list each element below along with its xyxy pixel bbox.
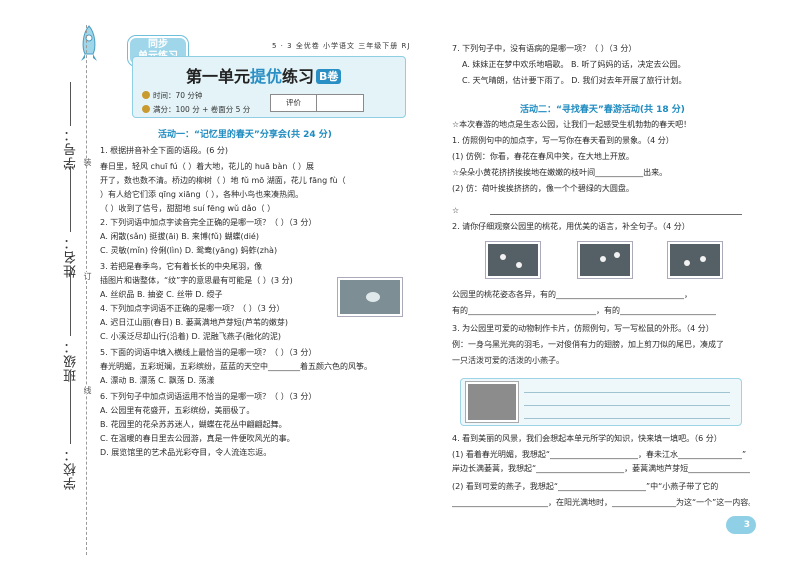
question-line: A. 闲散(sǎn) 挺拔(āi) B. 来博(fǔ) 蝴蝶(dié) xyxy=(100,232,259,241)
binding-dashed-line xyxy=(86,25,87,555)
question-line: 有的________________________________，有的___… xyxy=(452,306,716,315)
question-line: 开了，数也数不清。桥边的柳树（ ）地 fǔ mō 湖面，花儿 fāng fù（ xyxy=(100,176,346,185)
class-field[interactable] xyxy=(70,266,71,336)
school-label: 学校： xyxy=(64,448,79,490)
question-line: C. 在温暖的春日里去公园游，真是一件便吹风光的事。 xyxy=(100,434,295,443)
question-line: 4. 看到美丽的风景，我们会想起本单元所学的知识，快来填一填吧。（6 分） xyxy=(452,434,722,443)
question-line: A. 妹妹正在梦中欢乐地唱歌。 B. 听了妈妈的话，决定去公园。 xyxy=(462,60,686,69)
question-line: 5. 下面的词语中填入横线上最恰当的是哪一项？（ ）（3 分） xyxy=(100,348,317,357)
question-line: D. 展览馆里的艺术品光彩夺目，令人流连忘返。 xyxy=(100,448,272,457)
question-line: 3. 若把是春季鸟，它有着长长的中央尾羽，像 xyxy=(100,262,263,271)
question-line: 1. 根据拼音补全下面的语段。(6 分) xyxy=(100,146,229,155)
time-info: 时间：70 分钟 xyxy=(142,90,202,101)
title-prefix: 第一单元 xyxy=(186,67,251,86)
question-line: 一只活泼可爱的活泼的小燕子。 xyxy=(452,356,564,365)
question-line: ☆本次春游的地点是生态公园，让我们一起感受生机勃勃的春天吧！ xyxy=(452,120,692,129)
question-line: 例：一身乌黑光亮的羽毛，一对俊俏有力的翅膀，加上剪刀似的尾巴，凑成了 xyxy=(452,340,724,349)
binding-strip: 学号： 姓名： 班级： 学校： 装 订 线 xyxy=(0,0,108,566)
card-line[interactable] xyxy=(524,405,730,406)
question-line: A. 漂动 B. 漂荡 C. 飘荡 D. 荡漾 xyxy=(100,376,215,385)
question-line: C. 天气晴朗，估计要下雨了。 D. 我们对去年开展了旅行计划。 xyxy=(462,76,687,85)
activity-two-heading: 活动二：“寻找春天”春游活动(共 18 分) xyxy=(520,105,685,115)
time-text: 时间：70 分钟 xyxy=(153,91,203,100)
banner-line: 同步 xyxy=(148,39,168,50)
score-text: 满分：100 分 + 卷面分 5 分 xyxy=(153,105,251,114)
page-title: 第一单元提优练习 B卷 xyxy=(186,63,342,87)
question-line: 春日里，轻风 chuī fú（ ）着大地，花儿的 huā bàn（ ）展 xyxy=(100,162,314,171)
evaluation-field[interactable] xyxy=(317,95,363,111)
card-line[interactable] xyxy=(524,392,730,393)
worksheet-page: 学号： 姓名： 班级： 学校： 装 订 线 同步 单元练习 5 · 3 全优卷 … xyxy=(0,0,800,566)
binding-mark: 装 xyxy=(82,158,93,166)
question-line: 2. 下列词语中加点字读音完全正确的是哪一项？（ ）（3 分） xyxy=(100,218,317,227)
evaluation-label: 评价 xyxy=(271,95,317,111)
question-line: 岸边长满蒌蒿，我想起“______________________，蒌蒿满地芦芽… xyxy=(452,464,750,473)
score-icon xyxy=(142,105,150,113)
question-line: 6. 下列句子中加点词语运用不恰当的是哪一项？（ ）（3 分） xyxy=(100,392,317,401)
version-badge: B卷 xyxy=(316,69,342,84)
question-line: ________________________，在阳光满地时，________… xyxy=(452,498,750,507)
question-line: C. 小溪泛尽却山行(沿着) D. 泥融飞燕子(融化的泥) xyxy=(100,332,281,341)
question-line: B. 花园里的花朵苏苏迷人，蝴蝶在花丛中翩翩起舞。 xyxy=(100,420,287,429)
student-id-label: 学号： xyxy=(64,128,79,170)
name-field[interactable] xyxy=(70,166,71,232)
question-line: ☆朵朵小黄花挤挤挨挨地在嫩嫩的枝叶间____________出来。 xyxy=(452,168,668,177)
question-line: 插图片和谐整体，“纹”字的意思最有可能是（ ）(3 分) xyxy=(100,276,293,285)
question-line: (1) 看着春光明媚，我想起“______________________，春未… xyxy=(452,450,747,459)
school-field[interactable] xyxy=(70,370,71,444)
binding-mark: 线 xyxy=(82,386,93,394)
binding-mark: 订 xyxy=(82,272,93,280)
question-line: (1) 仿例：你看，春花在春风中笑，在大地上开放。 xyxy=(452,152,634,161)
question-line: 7. 下列句子中，没有语病的是哪一项？（ ）（3 分） xyxy=(452,44,637,53)
book-meta: 5 · 3 全优卷 小学语文 三年级下册 RJ xyxy=(272,42,411,50)
card-line[interactable] xyxy=(524,418,730,419)
question-line: A. 公园里有花盛开，五彩缤纷，美丽极了。 xyxy=(100,406,255,415)
question-line: (2) 仿：荷叶挨挨挤挤的，像一个个碧绿的大圆盘。 xyxy=(452,184,634,193)
squirrel-image xyxy=(466,382,518,422)
question-line: ☆ xyxy=(452,206,460,215)
question-line: 3. 为公园里可爱的动物制作卡片，仿照例句，写一写松鼠的外形。（4 分） xyxy=(452,324,714,333)
answer-line[interactable] xyxy=(490,214,742,215)
page-number: 3 xyxy=(726,516,756,534)
question-line: 公园里的桃花姿态各异，有的___________________________… xyxy=(452,290,692,299)
name-label: 姓名： xyxy=(64,236,79,278)
peach-blossom-image-1 xyxy=(486,242,540,278)
question-line: A. 丝织品 B. 抽姿 C. 丝带 D. 绶子 xyxy=(100,290,223,299)
activity-one-heading: 活动一：“记忆里的春天”分享会(共 24 分) xyxy=(158,130,332,140)
question-line: 1. 仿照例句中的加点字，写一写你在春天看到的景象。（4 分） xyxy=(452,136,674,145)
question-line: 2. 请你仔细观察公园里的桃花，用优美的语言，补全句子。（4 分） xyxy=(452,222,690,231)
title-accent: 提优 xyxy=(250,67,283,86)
class-label: 班级： xyxy=(64,340,79,382)
peacock-image xyxy=(338,278,402,316)
peach-blossom-image-3 xyxy=(668,242,722,278)
question-line: （ ）收到了信号，甜甜地 suí fēng wǔ dǎo（ ） xyxy=(100,204,276,213)
question-line: 4. 下列加点字词语不正确的是哪一项？（ ）（3 分） xyxy=(100,304,285,313)
title-suffix: 练习 xyxy=(282,67,315,86)
student-id-field[interactable] xyxy=(70,82,71,126)
peach-blossom-image-2 xyxy=(578,242,632,278)
question-line: C. 灵敏(mǐn) 伶俐(lìn) D. 鸳鸯(yāng) 蚂蚱(zhà) xyxy=(100,246,278,255)
clock-icon xyxy=(142,91,150,99)
evaluation-box: 评价 xyxy=(270,94,364,112)
question-line: (2) 看到可爱的燕子，我想起“______________________”中… xyxy=(452,482,719,491)
question-line: 春光明媚，五彩斑斓，五彩缤纷，蓝蓝的天空中________着五颜六色的风筝。 xyxy=(100,362,372,371)
score-info: 满分：100 分 + 卷面分 5 分 xyxy=(142,104,250,115)
question-line: A. 迟日江山丽(春日) B. 蒌蒿满地芦芽短(芦苇的嫩芽) xyxy=(100,318,289,327)
question-line: ）有人给它们添 qīng xiāng（ ），各种小鸟也来凑热闹。 xyxy=(100,190,304,199)
rocket-icon xyxy=(81,25,97,61)
